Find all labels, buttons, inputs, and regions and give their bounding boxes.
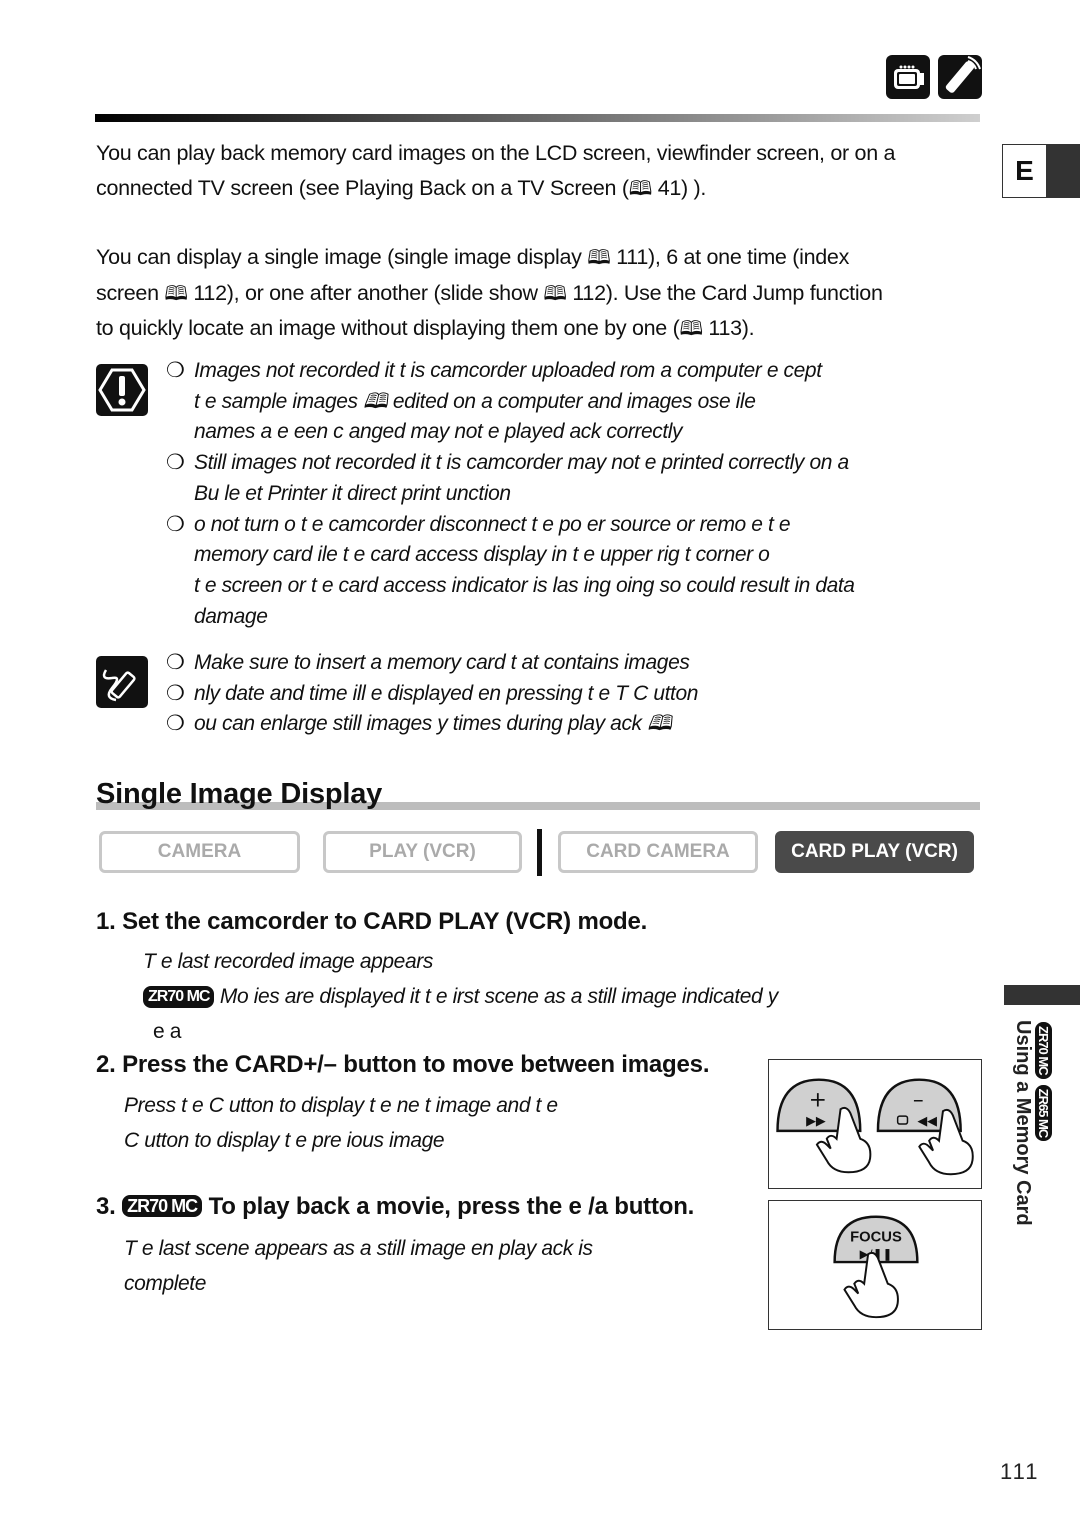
top-rule [95, 114, 980, 122]
book-reference-icon: 🕮 [679, 318, 703, 340]
sidebar-marker [1004, 985, 1080, 1005]
caution-list: ❍ Images not recorded it t is camcorder … [166, 356, 986, 632]
step-3-text: T e last scene appears as a still image … [124, 1237, 593, 1295]
svg-text:▶▶: ▶▶ [806, 1114, 826, 1129]
step-2-title: 2. Press the CARD+/– button to move betw… [96, 1051, 710, 1078]
model-badge: ZR70 MC [143, 986, 215, 1008]
language-tab: E [1002, 144, 1080, 198]
caution-item: ❍ Images not recorded it t is camcorder … [166, 359, 822, 444]
mode-camera: CAMERA [99, 831, 300, 873]
camcorder-icon [886, 55, 930, 99]
mode-separator [537, 829, 542, 876]
caution-icon [96, 364, 148, 416]
intro-paragraph-2: You can display a single image (single i… [96, 240, 986, 347]
note-item: ❍ ou can enlarge still images y times du… [166, 712, 672, 736]
mode-card-camera: CARD CAMERA [558, 831, 758, 873]
play-pause-button-illustration: FOCUS ▶/❚❚ [768, 1200, 982, 1330]
book-reference-icon: 🕮 [628, 177, 653, 200]
step-3-title: 3. ZR70 MC To play back a movie, press t… [96, 1193, 695, 1220]
caution-item: ❍ o not turn o t e camcorder disconnect … [166, 512, 855, 628]
language-letter: E [1003, 145, 1046, 197]
caution-item: ❍ Still images not recorded it t is camc… [166, 451, 849, 505]
svg-text:–: – [913, 1087, 924, 1112]
section-title: Single Image Display [96, 778, 383, 810]
note-pencil-icon [96, 656, 148, 708]
step-2-text: Press t e C utton to display t e ne t im… [124, 1094, 558, 1152]
page-number: 111 [1000, 1459, 1040, 1484]
mode-play-vcr: PLAY (VCR) [323, 831, 522, 873]
mode-card-play-vcr: CARD PLAY (VCR) [775, 831, 974, 873]
step-1-title: 1. Set the camcorder to CARD PLAY (VCR) … [96, 908, 648, 935]
intro-paragraph-1: You can play back memory card images on … [96, 136, 986, 206]
model-badge: ZR65 MC [1035, 1084, 1052, 1142]
sidebar-badges: ZR70 MC ZR65 MC [1030, 1022, 1052, 1152]
book-reference-icon: 🕮 [543, 282, 567, 305]
note-item: ❍ nly date and time ill e displayed en p… [166, 681, 699, 705]
book-reference-icon: 🕮 [164, 282, 188, 305]
step-1-text: T e last recorded image appears ZR70 MC … [143, 950, 778, 1043]
remote-control-icon [938, 55, 982, 99]
note-list: ❍ Make sure to insert a memory card t at… [166, 648, 986, 740]
book-reference-icon: 🕮 [587, 247, 611, 269]
model-badge: ZR70 MC [122, 1195, 203, 1217]
svg-text:◀◀: ◀◀ [917, 1114, 937, 1129]
note-item: ❍ Make sure to insert a memory card t at… [166, 651, 690, 674]
card-buttons-illustration: + ▶▶ – ◀◀ [768, 1059, 982, 1189]
svg-text:+: + [809, 1087, 827, 1112]
model-badge: ZR70 MC [1035, 1022, 1052, 1079]
svg-text:FOCUS: FOCUS [850, 1229, 902, 1245]
